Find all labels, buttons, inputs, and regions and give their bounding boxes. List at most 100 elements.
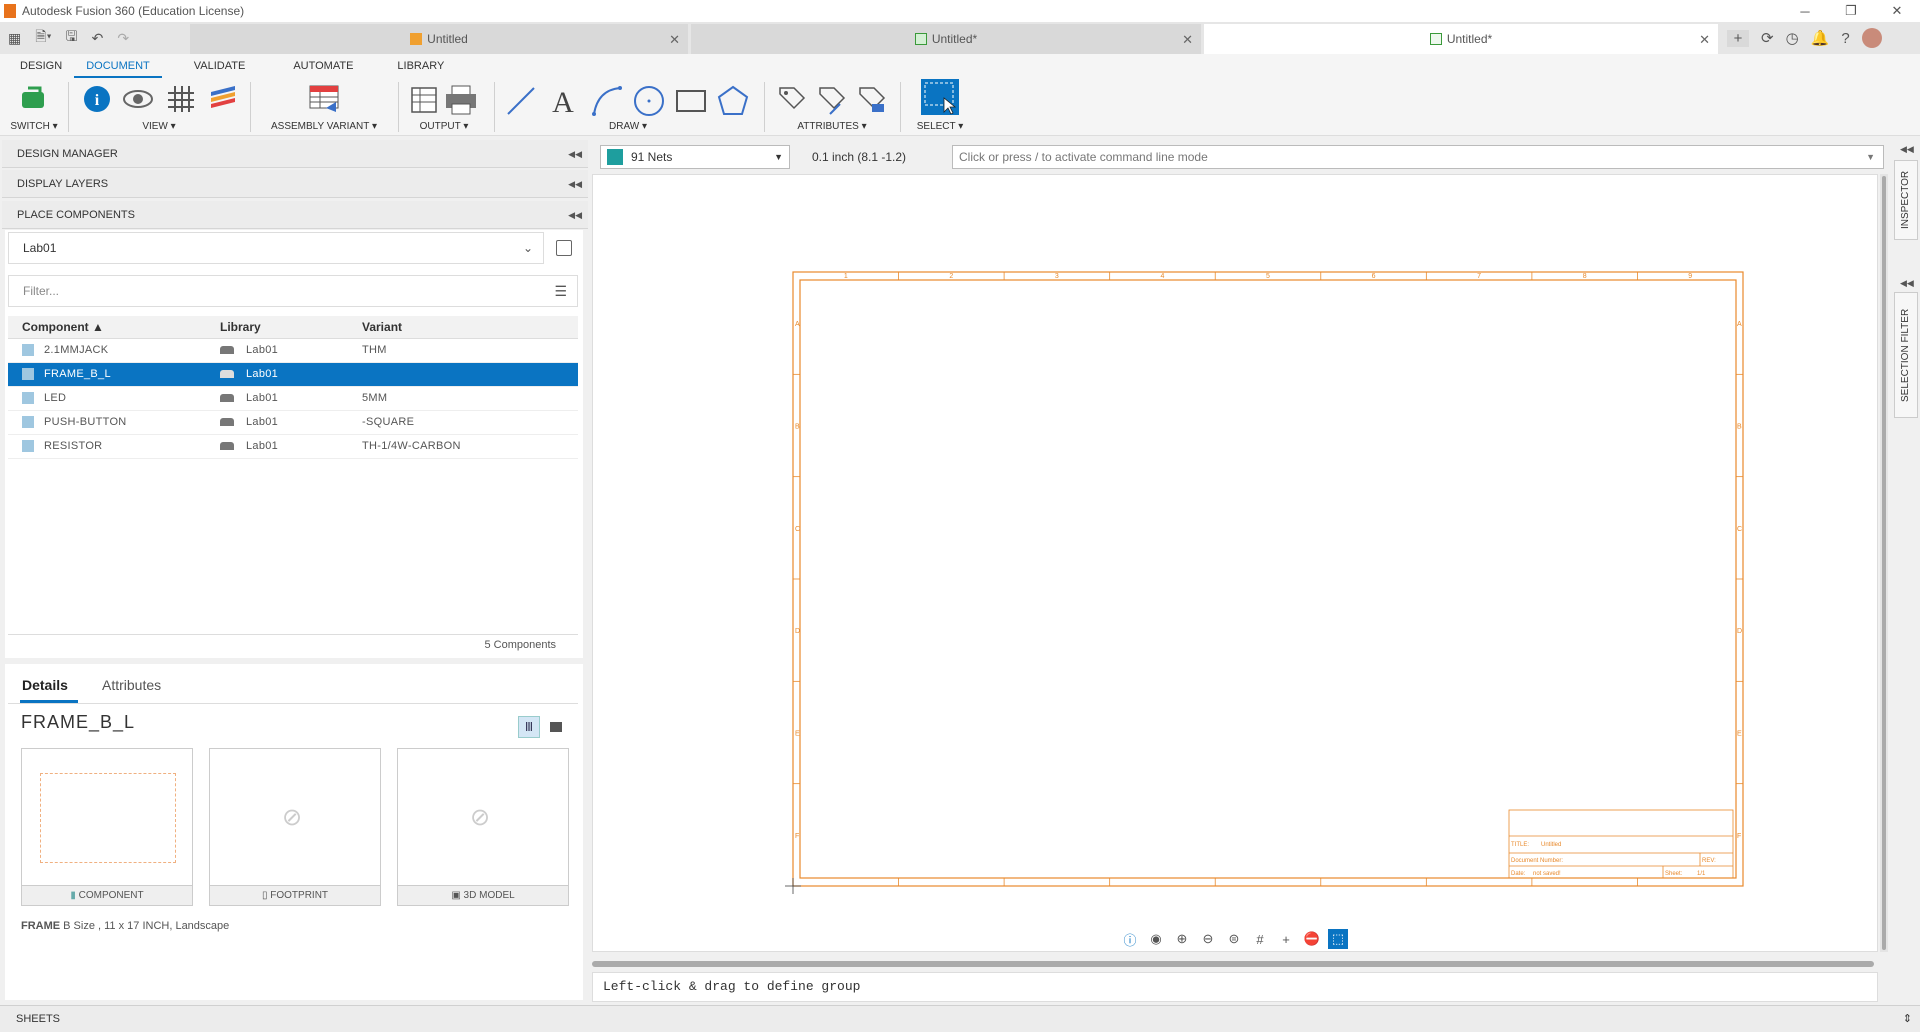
new-tab-icon[interactable]: +	[1727, 29, 1749, 47]
component-icon	[22, 416, 34, 429]
frame-row-label: D	[1737, 628, 1742, 635]
column-header-variant[interactable]: Variant	[354, 316, 578, 339]
doc-tab-2[interactable]: Untitled* ✕	[691, 24, 1201, 54]
app-grid-icon[interactable]: ▦	[8, 30, 21, 47]
filter-input[interactable]: Filter... ☰	[8, 275, 578, 307]
doc-tab-1[interactable]: Untitled ✕	[190, 24, 688, 54]
select-icon[interactable]: ⬚	[1328, 929, 1348, 949]
filter-placeholder: Filter...	[23, 284, 60, 298]
tab-details[interactable]: Details	[22, 677, 68, 693]
job-status-icon[interactable]: ◷	[1786, 29, 1799, 47]
line-tool-icon[interactable]	[504, 84, 538, 118]
minimize-button[interactable]: ─	[1782, 0, 1828, 22]
close-window-button[interactable]: ✕	[1874, 0, 1920, 22]
attributes-group[interactable]: ATTRIBUTES ▾	[772, 78, 892, 136]
grid-icon[interactable]	[166, 84, 196, 114]
eye-icon[interactable]: ◉	[1146, 929, 1166, 949]
list-view-icon[interactable]	[550, 722, 562, 732]
table-row[interactable]: 2.1MMJACK Lab01 THM	[8, 338, 578, 363]
title-block-sheet-label: Sheet:	[1665, 871, 1683, 877]
close-tab-icon[interactable]: ✕	[1182, 32, 1193, 48]
polygon-tool-icon[interactable]	[716, 84, 750, 118]
notifications-icon[interactable]: 🔔	[1811, 29, 1830, 47]
zoom-out-icon[interactable]: ⊖	[1198, 929, 1218, 949]
filter-settings-icon[interactable]: ☰	[554, 276, 567, 306]
rectangle-tool-icon[interactable]	[674, 84, 708, 118]
info-icon[interactable]: i	[82, 84, 112, 114]
assembly-variant-group[interactable]: ASSEMBLY VARIANT ▾	[262, 78, 386, 136]
table-row[interactable]: LED Lab01 5MM	[8, 386, 578, 411]
undo-icon[interactable]: ↶	[92, 30, 104, 47]
tab-library[interactable]: LIBRARY	[385, 54, 456, 78]
doc-tab-label: Untitled	[427, 32, 468, 46]
expand-icon[interactable]: ⇕	[1903, 1006, 1912, 1032]
circle-tool-icon[interactable]	[632, 84, 666, 118]
net-class-select[interactable]: 91 Nets ▼	[600, 145, 790, 169]
fusion-logo-icon	[4, 4, 16, 18]
display-layers-header[interactable]: DISPLAY LAYERS ◀◀	[2, 170, 588, 198]
table-row[interactable]: PUSH-BUTTON Lab01 -SQUARE	[8, 410, 578, 435]
command-line-input[interactable]: Click or press / to activate command lin…	[952, 145, 1884, 169]
tab-automate[interactable]: AUTOMATE	[281, 54, 365, 78]
switch-group[interactable]: SWITCH ▾	[6, 78, 62, 136]
library-dropdown[interactable]: Lab01 ⌄	[8, 232, 544, 264]
collapse-icon[interactable]: ◀◀	[1900, 278, 1914, 289]
table-row[interactable]: RESISTOR Lab01 TH-1/4W-CARBON	[8, 434, 578, 459]
file-menu-icon[interactable]: 🗎▾	[35, 26, 51, 50]
doc-tab-3[interactable]: Untitled* ✕	[1204, 24, 1718, 54]
component-preview[interactable]: ▮ COMPONENT	[21, 748, 193, 906]
extensions-icon[interactable]: ⟳	[1761, 29, 1774, 47]
collapse-icon[interactable]: ◀◀	[568, 170, 582, 198]
tab-document[interactable]: DOCUMENT	[74, 54, 162, 78]
collapse-icon[interactable]: ◀◀	[568, 201, 582, 229]
tab-attributes[interactable]: Attributes	[102, 677, 161, 693]
view-label[interactable]: VIEW ▾	[74, 121, 244, 132]
output-group[interactable]: OUTPUT ▾	[404, 78, 484, 136]
save-icon[interactable]: 🖫	[66, 26, 78, 50]
eye-icon[interactable]	[122, 84, 154, 114]
horizontal-scrollbar[interactable]	[592, 961, 1874, 967]
document-tab-bar: ▦ 🗎▾ 🖫 ↶ ↷ Untitled ✕ Untitled* ✕ Untitl…	[0, 22, 1920, 54]
selection-filter-tab[interactable]: SELECTION FILTER	[1894, 292, 1918, 418]
text-tool-icon[interactable]: A	[548, 84, 578, 118]
inspector-tab[interactable]: INSPECTOR	[1894, 160, 1918, 240]
column-header-library[interactable]: Library	[212, 316, 354, 339]
frame-column-label: 8	[1583, 273, 1587, 280]
design-manager-header[interactable]: DESIGN MANAGER ◀◀	[2, 140, 588, 168]
help-icon[interactable]: ?	[1841, 30, 1849, 47]
sheets-bar[interactable]: SHEETS ⇕	[0, 1005, 1920, 1032]
frame-column-label: 9	[1688, 273, 1692, 280]
close-tab-icon[interactable]: ✕	[1699, 32, 1710, 48]
move-icon[interactable]: +	[1276, 929, 1296, 949]
restore-button[interactable]: ❐	[1828, 0, 1874, 22]
close-tab-icon[interactable]: ✕	[669, 32, 680, 48]
table-row-selected[interactable]: FRAME_B_L Lab01	[8, 362, 578, 387]
info-icon[interactable]: ⓘ	[1120, 929, 1140, 949]
frame-column-label: 6	[1372, 273, 1376, 280]
footprint-preview[interactable]: ⊘ ▯ FOOTPRINT	[209, 748, 381, 906]
zoom-in-icon[interactable]: ⊕	[1172, 929, 1192, 949]
library-manager-icon[interactable]	[556, 240, 572, 256]
grid-icon[interactable]: #	[1250, 929, 1270, 949]
place-components-header[interactable]: PLACE COMPONENTS ◀◀	[2, 201, 588, 229]
collapse-icon[interactable]: ◀◀	[1900, 144, 1914, 155]
schematic-canvas[interactable]: 1 2 3 4 5 6 7 8 9 A A B B C C D D E E F F TITLE: Untitled D…	[592, 174, 1878, 952]
collapse-icon[interactable]: ◀◀	[568, 140, 582, 168]
select-group[interactable]: SELECT ▾	[910, 78, 970, 136]
column-header-component[interactable]: Component ▲	[8, 316, 212, 339]
switch-label: SWITCH ▾	[10, 121, 58, 132]
avatar[interactable]	[1861, 28, 1882, 48]
arc-tool-icon[interactable]	[590, 84, 624, 118]
tab-validate[interactable]: VALIDATE	[182, 54, 258, 78]
chevron-down-icon[interactable]: ▼	[1866, 146, 1875, 168]
tab-design[interactable]: DESIGN	[8, 54, 74, 78]
vertical-scrollbar[interactable]	[1880, 174, 1888, 952]
grid-view-icon[interactable]: Ⅲ	[518, 716, 540, 738]
zoom-fit-icon[interactable]: ⊜	[1224, 929, 1244, 949]
layers-icon[interactable]	[208, 84, 238, 114]
redo-icon[interactable]: ↷	[117, 30, 129, 47]
3d-model-preview[interactable]: ⊘ ▣ 3D MODEL	[397, 748, 569, 906]
draw-label[interactable]: DRAW ▾	[500, 121, 756, 132]
components-table: Component ▲ Library Variant 2.1MMJACK La…	[8, 316, 578, 459]
stop-icon[interactable]: ⛔	[1302, 929, 1322, 949]
